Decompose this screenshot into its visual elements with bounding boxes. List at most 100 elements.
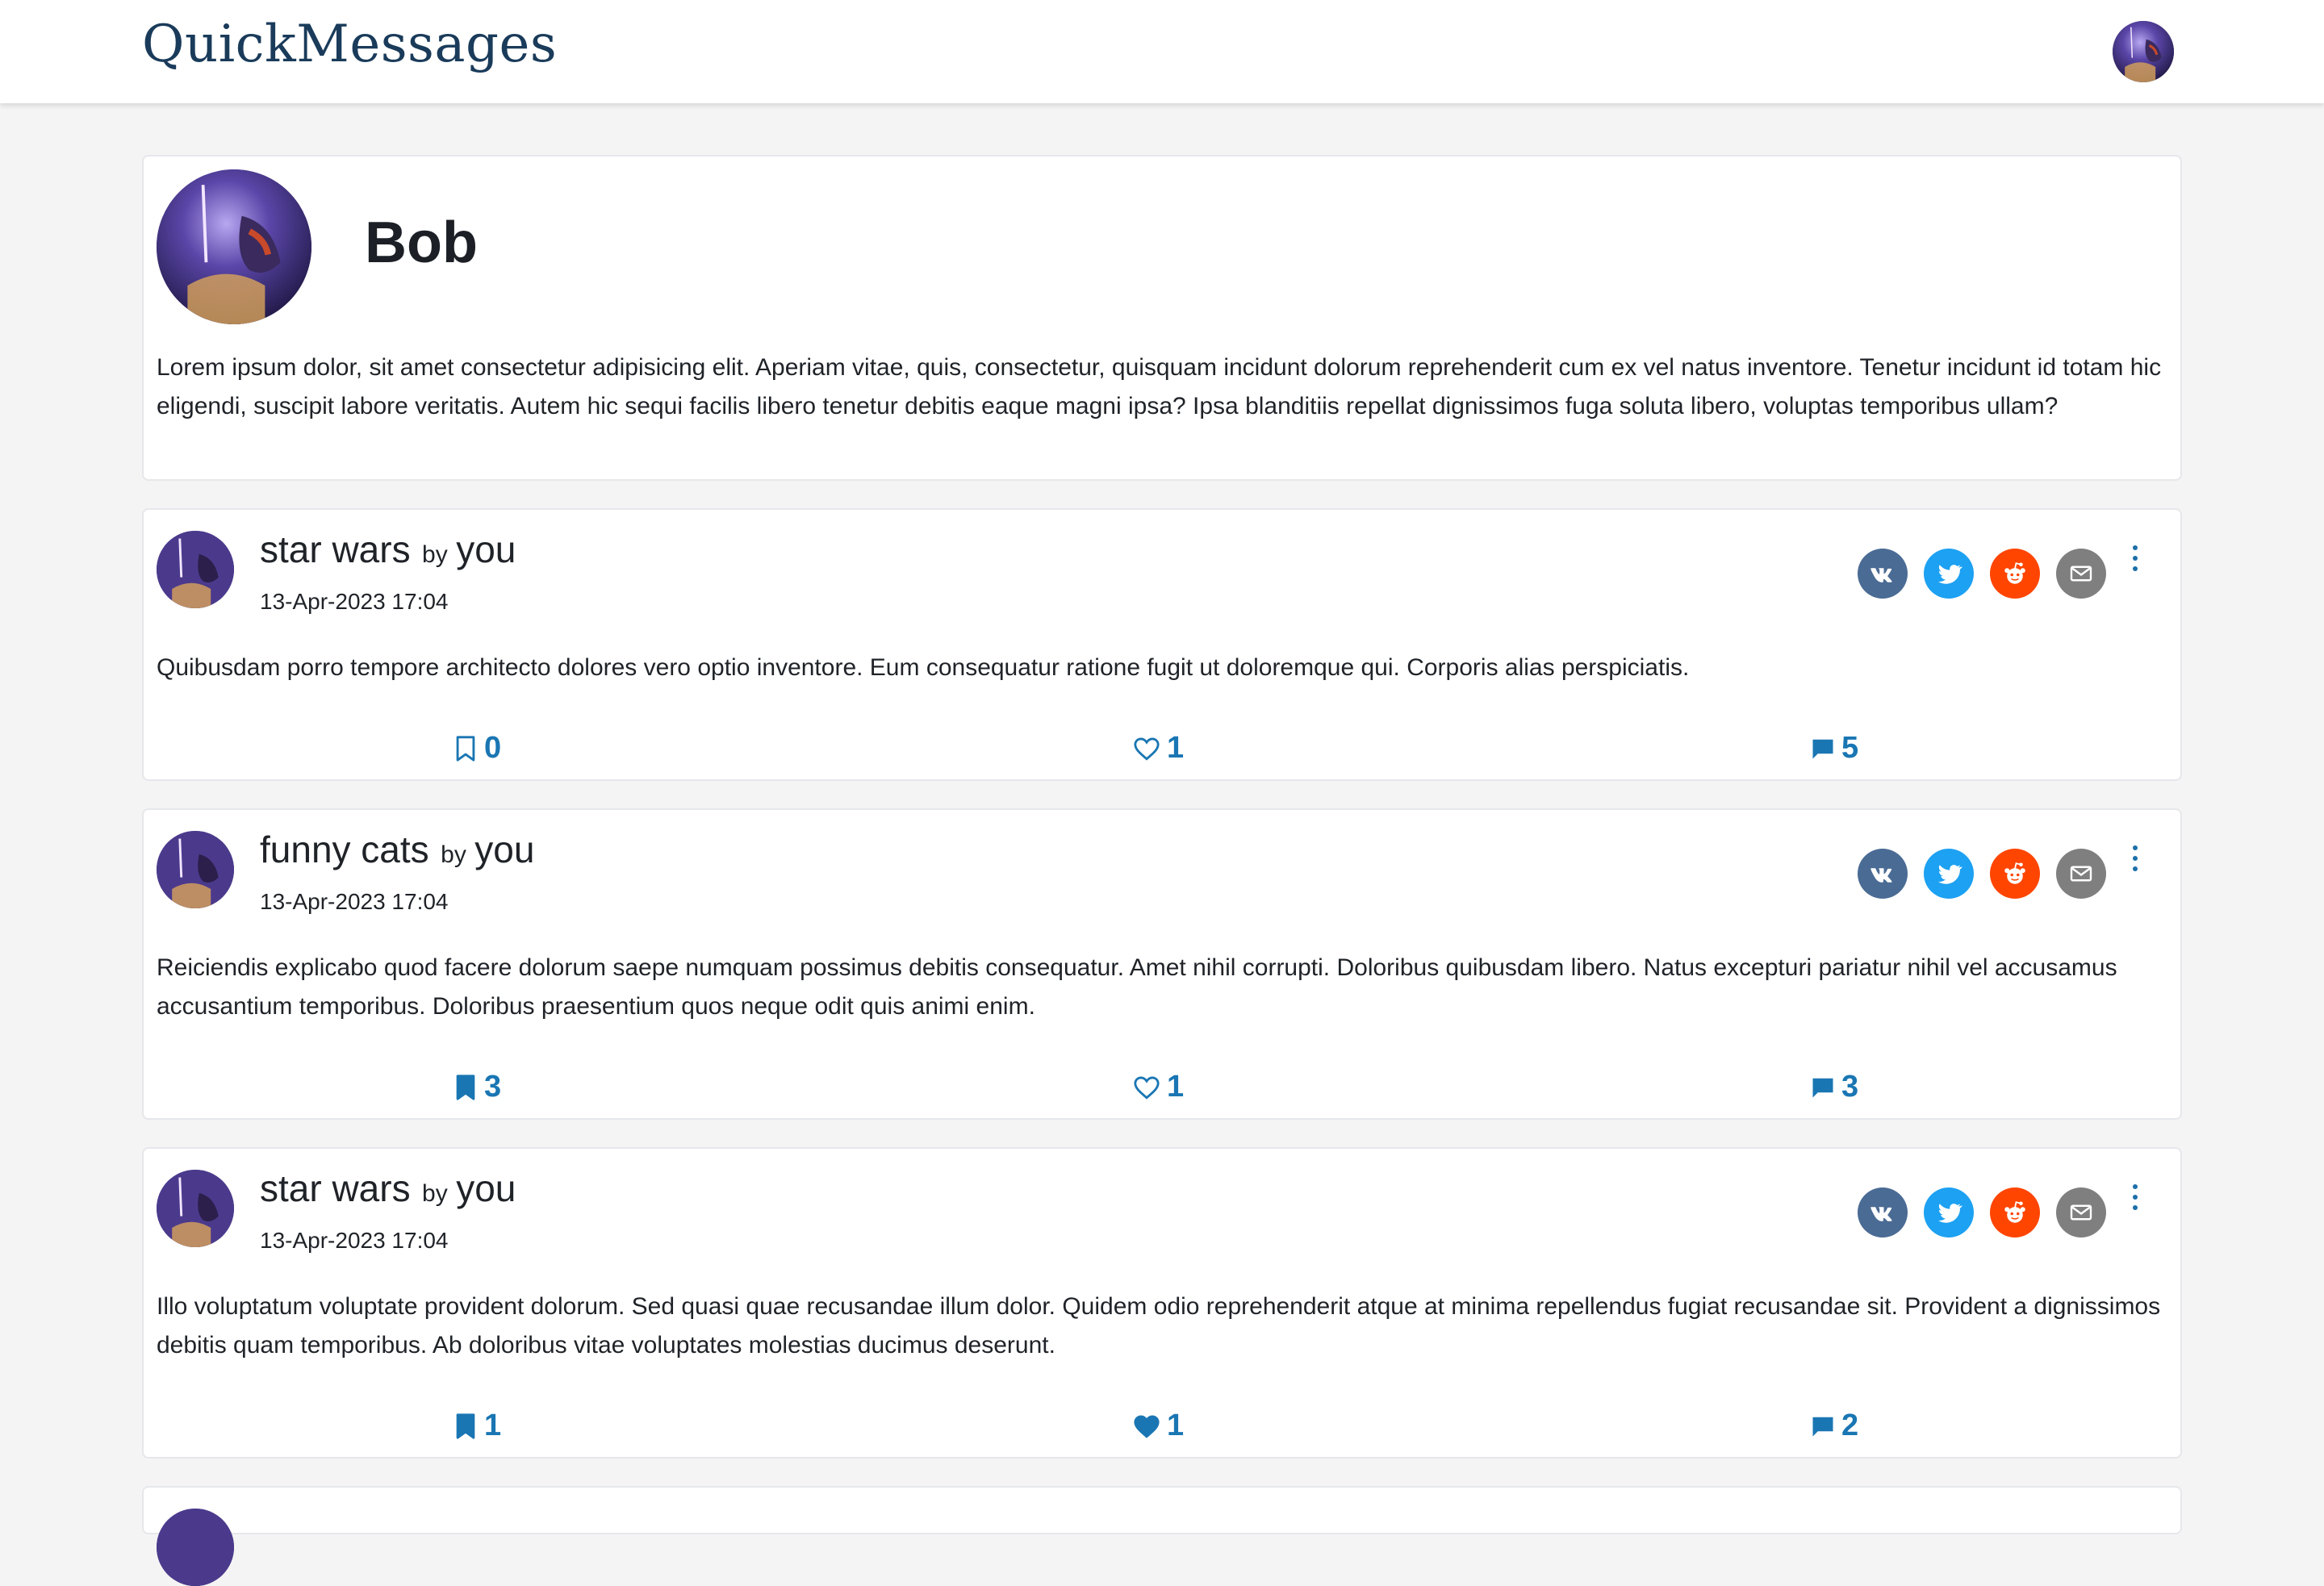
post-title-row: star wars by you [260, 1167, 516, 1210]
bookmark-count: 0 [484, 731, 502, 765]
post-stats: 3 1 3 [144, 1070, 2180, 1105]
share-email-button[interactable] [2056, 549, 2106, 599]
share-reddit-button[interactable] [1990, 549, 2040, 599]
bookmark-button[interactable]: 1 [454, 1409, 501, 1443]
post-title-row: star wars by you [260, 528, 516, 571]
share-vk-button[interactable] [1858, 849, 1908, 899]
share-twitter-button[interactable] [1924, 1187, 1974, 1237]
heart-outline-icon [1134, 1076, 1160, 1100]
dot-icon [2133, 1195, 2138, 1200]
like-count: 1 [1167, 731, 1185, 765]
post-date: 13-Apr-2023 17:04 [260, 589, 449, 614]
dot-icon [2133, 566, 2138, 571]
twitter-icon [1937, 565, 1962, 584]
dot-icon [2133, 845, 2138, 850]
post-by-label: by [422, 1180, 448, 1207]
twitter-icon [1937, 1204, 1962, 1223]
reddit-icon [2004, 862, 2025, 884]
post-card: star wars by you 13-Apr-2023 17:04 Illo … [142, 1147, 2182, 1459]
share-twitter-button[interactable] [1924, 849, 1974, 899]
post-author-avatar[interactable] [157, 1170, 234, 1247]
like-button[interactable]: 1 [1133, 731, 1184, 766]
avatar-art-icon [157, 531, 234, 608]
comment-icon [1812, 1078, 1833, 1097]
post-card: funny cats by you 13-Apr-2023 17:04 Reic… [142, 808, 2182, 1120]
avatar-art-icon [2113, 21, 2174, 82]
bookmark-count: 3 [484, 1070, 502, 1104]
share-buttons [1858, 1187, 2106, 1237]
share-twitter-button[interactable] [1924, 549, 1974, 599]
reddit-icon [2004, 562, 2025, 584]
post-title[interactable]: funny cats [260, 828, 429, 870]
post-card: star wars by you 13-Apr-2023 17:04 Quibu… [142, 508, 2182, 781]
share-buttons [1858, 849, 2106, 899]
heart-filled-icon [1134, 1415, 1160, 1438]
post-date: 13-Apr-2023 17:04 [260, 1228, 449, 1253]
mail-icon [2070, 866, 2092, 882]
profile-bio: Lorem ipsum dolor, sit amet consectetur … [157, 354, 2162, 419]
like-count: 1 [1167, 1070, 1185, 1104]
comments-button[interactable]: 2 [1811, 1409, 1858, 1443]
comments-button[interactable]: 5 [1811, 731, 1858, 766]
dot-icon [2133, 1184, 2138, 1189]
avatar-art-icon [157, 1170, 234, 1247]
vk-icon [1870, 868, 1892, 883]
share-reddit-button[interactable] [1990, 1187, 2040, 1237]
post-title[interactable]: star wars [260, 1167, 411, 1209]
post-stats: 1 1 2 [144, 1409, 2180, 1444]
post-menu-button[interactable] [2125, 542, 2145, 574]
bookmark-button[interactable]: 0 [454, 731, 501, 766]
post-author-avatar[interactable] [157, 831, 234, 908]
mail-icon [2070, 566, 2092, 582]
share-email-button[interactable] [2056, 849, 2106, 899]
comment-count: 3 [1841, 1070, 1859, 1104]
share-buttons [1858, 549, 2106, 599]
bookmark-filled-icon [456, 1413, 475, 1439]
bookmark-button[interactable]: 3 [454, 1070, 501, 1104]
dot-icon [2133, 556, 2138, 561]
bookmark-outline-icon [456, 735, 475, 762]
dot-icon [2133, 1205, 2138, 1210]
post-menu-button[interactable] [2125, 1181, 2145, 1213]
post-author[interactable]: you [456, 528, 516, 570]
dot-icon [2133, 856, 2138, 861]
top-navbar: QuickMessages [0, 0, 2324, 103]
post-by-label: by [441, 841, 466, 868]
share-vk-button[interactable] [1858, 1187, 1908, 1237]
like-button[interactable]: 1 [1133, 1070, 1184, 1104]
brand-logo[interactable]: QuickMessages [142, 15, 557, 74]
share-vk-button[interactable] [1858, 549, 1908, 599]
post-author[interactable]: you [456, 1167, 516, 1209]
post-body: Reiciendis explicabo quod facere dolorum… [157, 954, 2117, 1020]
post-author-avatar[interactable] [157, 531, 234, 608]
bookmark-count: 1 [484, 1409, 502, 1442]
dot-icon [2133, 866, 2138, 871]
comment-count: 2 [1841, 1409, 1859, 1442]
comments-button[interactable]: 3 [1811, 1070, 1858, 1104]
dot-icon [2133, 545, 2138, 550]
post-body: Quibusdam porro tempore architecto dolor… [157, 654, 1690, 681]
comment-icon [1812, 739, 1833, 758]
reddit-icon [2004, 1201, 2025, 1223]
share-reddit-button[interactable] [1990, 849, 2040, 899]
mail-icon [2070, 1204, 2092, 1221]
post-title-row: funny cats by you [260, 828, 534, 871]
user-avatar-icon[interactable] [2113, 21, 2174, 82]
like-count: 1 [1167, 1409, 1185, 1442]
bookmark-filled-icon [456, 1074, 475, 1100]
profile-avatar [157, 169, 311, 324]
post-author[interactable]: you [474, 828, 534, 870]
avatar-art-icon [157, 169, 311, 324]
twitter-icon [1937, 865, 1962, 884]
main-content: Bob Lorem ipsum dolor, sit amet consecte… [142, 155, 2182, 1586]
post-card-partial [142, 1486, 2182, 1586]
post-author-avatar[interactable] [157, 1509, 234, 1586]
profile-name: Bob [365, 211, 478, 275]
like-button[interactable]: 1 [1133, 1409, 1184, 1443]
share-email-button[interactable] [2056, 1187, 2106, 1237]
comment-icon [1812, 1417, 1833, 1436]
post-menu-button[interactable] [2125, 842, 2145, 874]
vk-icon [1870, 568, 1892, 582]
post-title[interactable]: star wars [260, 528, 411, 570]
post-date: 13-Apr-2023 17:04 [260, 889, 449, 914]
